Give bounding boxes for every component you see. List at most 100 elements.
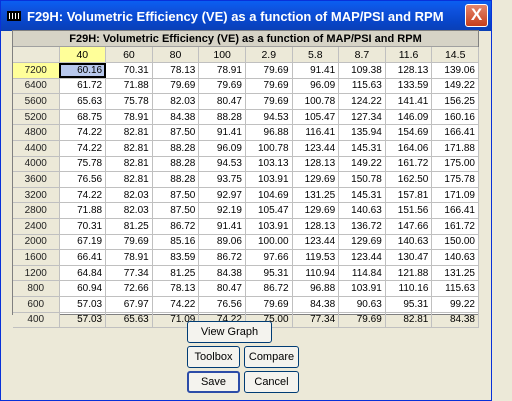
- table-cell[interactable]: 82.81: [385, 312, 433, 329]
- table-cell[interactable]: 87.50: [152, 187, 200, 204]
- table-cell[interactable]: 79.69: [245, 62, 293, 79]
- table-cell[interactable]: 89.06: [198, 234, 246, 251]
- table-cell[interactable]: 87.50: [152, 202, 200, 220]
- table-cell[interactable]: 84.38: [292, 296, 340, 313]
- table-cell[interactable]: 82.03: [152, 93, 200, 110]
- table-cell[interactable]: 60.94: [59, 280, 107, 297]
- table-cell[interactable]: 95.31: [245, 265, 293, 282]
- table-cell[interactable]: 130.47: [385, 249, 433, 266]
- table-cell[interactable]: 104.69: [245, 187, 293, 204]
- table-cell[interactable]: 103.91: [245, 171, 293, 188]
- table-cell[interactable]: 164.06: [385, 140, 433, 157]
- table-cell[interactable]: 79.69: [105, 234, 153, 251]
- table-cell[interactable]: 84.38: [152, 109, 200, 126]
- table-cell[interactable]: 150.00: [431, 234, 479, 251]
- table-cell[interactable]: 71.88: [105, 78, 153, 95]
- table-cell[interactable]: 100.00: [245, 234, 293, 251]
- table-cell[interactable]: 175.00: [431, 156, 479, 173]
- table-cell[interactable]: 151.56: [385, 202, 433, 220]
- table-cell[interactable]: 88.28: [152, 171, 200, 188]
- table-cell[interactable]: 91.41: [292, 62, 340, 79]
- table-cell[interactable]: 77.34: [292, 312, 340, 329]
- table-cell[interactable]: 91.41: [198, 218, 246, 235]
- table-cell[interactable]: 116.41: [292, 124, 340, 142]
- table-cell[interactable]: 88.28: [152, 156, 200, 173]
- table-cell[interactable]: 105.47: [245, 202, 293, 220]
- table-cell[interactable]: 145.31: [338, 140, 386, 157]
- table-cell[interactable]: 160.16: [431, 109, 479, 126]
- table-cell[interactable]: 94.53: [198, 156, 246, 173]
- table-cell[interactable]: 71.88: [59, 202, 107, 220]
- table-cell[interactable]: 92.97: [198, 187, 246, 204]
- table-cell[interactable]: 91.41: [198, 124, 246, 142]
- table-cell[interactable]: 78.91: [105, 249, 153, 266]
- table-cell[interactable]: 139.06: [431, 62, 479, 79]
- table-cell[interactable]: 88.28: [198, 109, 246, 126]
- table-cell[interactable]: 81.25: [152, 265, 200, 282]
- table-cell[interactable]: 57.03: [59, 296, 107, 313]
- table-cell[interactable]: 140.63: [338, 202, 386, 220]
- table-cell[interactable]: 121.88: [385, 265, 433, 282]
- table-cell[interactable]: 79.69: [198, 78, 246, 95]
- table-cell[interactable]: 119.53: [292, 249, 340, 266]
- table-cell[interactable]: 57.03: [59, 312, 107, 329]
- table-cell[interactable]: 156.25: [431, 93, 479, 110]
- table-cell[interactable]: 100.78: [292, 93, 340, 110]
- table-cell[interactable]: 157.81: [385, 187, 433, 204]
- toolbox-button[interactable]: Toolbox: [187, 346, 240, 368]
- table-cell[interactable]: 129.69: [292, 171, 340, 188]
- table-cell[interactable]: 77.34: [105, 265, 153, 282]
- table-cell[interactable]: 128.13: [292, 218, 340, 235]
- table-cell[interactable]: 68.75: [59, 109, 107, 126]
- table-cell[interactable]: 140.63: [385, 234, 433, 251]
- table-cell[interactable]: 114.84: [338, 265, 386, 282]
- save-button[interactable]: Save: [187, 371, 240, 393]
- table-cell[interactable]: 82.03: [105, 187, 153, 204]
- table-cell[interactable]: 99.22: [431, 296, 479, 313]
- table-cell[interactable]: 115.63: [431, 280, 479, 297]
- table-cell[interactable]: 79.69: [245, 93, 293, 110]
- table-cell[interactable]: 79.69: [245, 78, 293, 95]
- table-cell[interactable]: 150.78: [338, 171, 386, 188]
- view-graph-button[interactable]: View Graph: [187, 321, 272, 343]
- table-cell[interactable]: 149.22: [431, 78, 479, 95]
- table-cell[interactable]: 154.69: [385, 124, 433, 142]
- table-cell[interactable]: 75.78: [59, 156, 107, 173]
- table-cell[interactable]: 135.94: [338, 124, 386, 142]
- table-cell[interactable]: 78.13: [152, 280, 200, 297]
- table-cell[interactable]: 105.47: [292, 109, 340, 126]
- table-cell[interactable]: 81.25: [105, 218, 153, 235]
- title-bar[interactable]: F29H: Volumetric Efficiency (VE) as a fu…: [1, 1, 491, 31]
- table-cell[interactable]: 123.44: [292, 234, 340, 251]
- table-cell[interactable]: 80.47: [198, 280, 246, 297]
- selected-cell[interactable]: 60.16: [59, 62, 107, 79]
- table-cell[interactable]: 136.72: [338, 218, 386, 235]
- table-cell[interactable]: 166.41: [431, 202, 479, 220]
- table-cell[interactable]: 103.91: [338, 280, 386, 297]
- table-cell[interactable]: 78.91: [105, 109, 153, 126]
- table-cell[interactable]: 93.75: [198, 171, 246, 188]
- table-cell[interactable]: 171.88: [431, 140, 479, 157]
- table-cell[interactable]: 84.38: [198, 265, 246, 282]
- table-cell[interactable]: 76.56: [59, 171, 107, 188]
- table-cell[interactable]: 67.97: [105, 296, 153, 313]
- table-cell[interactable]: 82.81: [105, 156, 153, 173]
- table-cell[interactable]: 133.59: [385, 78, 433, 95]
- table-cell[interactable]: 115.63: [338, 78, 386, 95]
- table-cell[interactable]: 96.88: [245, 124, 293, 142]
- table-cell[interactable]: 123.44: [292, 140, 340, 157]
- table-cell[interactable]: 88.28: [152, 140, 200, 157]
- table-cell[interactable]: 161.72: [431, 218, 479, 235]
- compare-button[interactable]: Compare: [244, 346, 299, 368]
- table-cell[interactable]: 74.22: [59, 140, 107, 157]
- table-cell[interactable]: 92.19: [198, 202, 246, 220]
- table-cell[interactable]: 75.78: [105, 93, 153, 110]
- table-cell[interactable]: 84.38: [431, 312, 479, 329]
- table-cell[interactable]: 61.72: [59, 78, 107, 95]
- table-cell[interactable]: 82.81: [105, 171, 153, 188]
- table-cell[interactable]: 171.09: [431, 187, 479, 204]
- table-cell[interactable]: 79.69: [152, 78, 200, 95]
- table-cell[interactable]: 82.81: [105, 124, 153, 142]
- table-cell[interactable]: 79.69: [338, 312, 386, 329]
- table-cell[interactable]: 76.56: [198, 296, 246, 313]
